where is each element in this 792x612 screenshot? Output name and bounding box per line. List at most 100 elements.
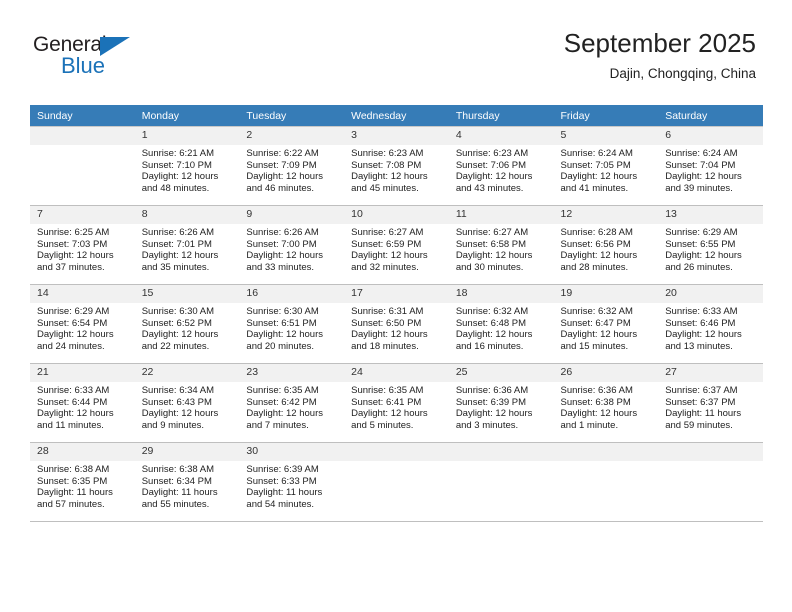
calendar-week-row: 28 Sunrise: 6:38 AM Sunset: 6:35 PM Dayligh… xyxy=(30,442,763,522)
daylight-duration-line2: and 5 minutes. xyxy=(351,419,414,431)
day-details: Sunrise: 6:21 AM Sunset: 7:10 PM Daylight:… xyxy=(135,145,240,194)
calendar-day-cell[interactable]: 25 Sunrise: 6:36 AM Sunset: 6:39 PM Dayligh… xyxy=(448,363,554,443)
day-cell-inner: 24 Sunrise: 6:35 AM Sunset: 6:41 PM Dayligh… xyxy=(344,364,449,442)
calendar-day-cell[interactable]: 20 Sunrise: 6:33 AM Sunset: 6:46 PM Dayligh… xyxy=(658,284,763,364)
sunrise-time: Sunrise: 6:35 AM xyxy=(351,385,424,396)
daylight-duration-line2: and 41 minutes. xyxy=(560,182,629,194)
calendar-day-cell[interactable]: 27 Sunrise: 6:37 AM Sunset: 6:37 PM Dayligh… xyxy=(658,363,763,443)
day-number: 1 xyxy=(134,127,240,145)
day-details: Sunrise: 6:39 AM Sunset: 6:33 PM Daylight:… xyxy=(239,461,344,510)
day-number: 25 xyxy=(448,364,554,382)
calendar-day-cell[interactable]: 12 Sunrise: 6:28 AM Sunset: 6:56 PM Dayligh… xyxy=(553,205,659,285)
daylight-duration-line2: and 11 minutes. xyxy=(37,419,104,431)
calendar-day-cell[interactable]: 30 Sunrise: 6:39 AM Sunset: 6:33 PM Dayligh… xyxy=(239,442,345,522)
sunrise-time: Sunrise: 6:38 AM xyxy=(141,464,215,475)
sunrise-time: Sunrise: 6:27 AM xyxy=(351,227,424,238)
calendar-day-cell[interactable]: 16 Sunrise: 6:30 AM Sunset: 6:51 PM Dayligh… xyxy=(239,284,345,364)
calendar-day-cell[interactable]: 18 Sunrise: 6:32 AM Sunset: 6:48 PM Dayligh… xyxy=(448,284,554,364)
daylight-duration-line1: Daylight: 12 hours xyxy=(37,408,114,420)
day-number: 8 xyxy=(134,206,240,224)
calendar-day-cell[interactable]: 9 Sunrise: 6:26 AM Sunset: 7:00 PM Daylight… xyxy=(239,205,345,285)
calendar-day-cell[interactable]: 4 Sunrise: 6:23 AM Sunset: 7:06 PM Daylight… xyxy=(448,126,554,206)
day-cell-inner: 23 Sunrise: 6:35 AM Sunset: 6:42 PM Dayligh… xyxy=(239,364,345,442)
calendar-body: 1 Sunrise: 6:21 AM Sunset: 7:10 PM Daylight… xyxy=(30,126,763,522)
sunset-time: Sunset: 6:52 PM xyxy=(141,317,212,329)
daylight-duration-line2: and 48 minutes. xyxy=(141,182,210,194)
calendar-day-cell[interactable]: 8 Sunrise: 6:26 AM Sunset: 7:01 PM Daylight… xyxy=(134,205,240,285)
calendar-day-cell[interactable]: 7 Sunrise: 6:25 AM Sunset: 7:03 PM Daylight… xyxy=(30,205,135,285)
sunset-time: Sunset: 6:59 PM xyxy=(351,238,422,250)
day-details: Sunrise: 6:23 AM Sunset: 7:08 PM Daylight:… xyxy=(344,145,449,194)
daylight-duration-line1: Daylight: 12 hours xyxy=(37,250,114,262)
calendar-day-cell[interactable]: 13 Sunrise: 6:29 AM Sunset: 6:55 PM Dayligh… xyxy=(658,205,763,285)
day-cell-inner: 8 Sunrise: 6:26 AM Sunset: 7:01 PM Daylight… xyxy=(134,206,240,284)
calendar-day-cell[interactable]: 14 Sunrise: 6:29 AM Sunset: 6:54 PM Dayligh… xyxy=(30,284,135,364)
day-number-placeholder xyxy=(553,443,659,461)
day-details: Sunrise: 6:24 AM Sunset: 7:05 PM Daylight:… xyxy=(554,145,659,194)
calendar-day-cell[interactable]: 22 Sunrise: 6:34 AM Sunset: 6:43 PM Dayligh… xyxy=(134,363,240,443)
calendar-day-cell[interactable]: 6 Sunrise: 6:24 AM Sunset: 7:04 PM Daylight… xyxy=(658,126,763,206)
day-cell-inner: 11 Sunrise: 6:27 AM Sunset: 6:58 PM Dayligh… xyxy=(448,206,554,284)
day-details: Sunrise: 6:26 AM Sunset: 7:01 PM Daylight:… xyxy=(135,224,240,273)
daylight-duration-line2: and 7 minutes. xyxy=(246,419,309,431)
day-details: Sunrise: 6:29 AM Sunset: 6:54 PM Daylight:… xyxy=(30,303,135,352)
calendar-day-cell[interactable]: 26 Sunrise: 6:36 AM Sunset: 6:38 PM Dayligh… xyxy=(553,363,659,443)
calendar-day-cell[interactable]: 24 Sunrise: 6:35 AM Sunset: 6:41 PM Dayligh… xyxy=(344,363,449,443)
weekday-header-friday: Friday xyxy=(553,105,659,127)
day-number: 23 xyxy=(239,364,345,382)
daylight-duration-line2: and 39 minutes. xyxy=(665,182,733,194)
calendar-cell-empty xyxy=(658,442,763,522)
calendar-day-cell[interactable]: 21 Sunrise: 6:33 AM Sunset: 6:44 PM Dayligh… xyxy=(30,363,135,443)
sunrise-time: Sunrise: 6:33 AM xyxy=(37,385,110,396)
daylight-duration-line1: Daylight: 12 hours xyxy=(351,250,428,262)
day-number: 15 xyxy=(134,285,240,303)
sunset-time: Sunset: 7:06 PM xyxy=(455,159,527,171)
daylight-duration-line1: Daylight: 12 hours xyxy=(37,329,114,341)
sunset-time: Sunset: 7:09 PM xyxy=(246,159,317,171)
day-details: Sunrise: 6:28 AM Sunset: 6:56 PM Daylight:… xyxy=(554,224,659,273)
daylight-duration-line2: and 46 minutes. xyxy=(246,182,315,194)
day-cell-inner: 18 Sunrise: 6:32 AM Sunset: 6:48 PM Dayligh… xyxy=(448,285,554,363)
day-number: 16 xyxy=(239,285,345,303)
day-number: 20 xyxy=(658,285,763,303)
calendar-day-cell[interactable]: 5 Sunrise: 6:24 AM Sunset: 7:05 PM Daylight… xyxy=(553,126,659,206)
daylight-duration-line2: and 33 minutes. xyxy=(246,261,315,273)
calendar-day-cell[interactable]: 15 Sunrise: 6:30 AM Sunset: 6:52 PM Dayligh… xyxy=(134,284,240,364)
calendar-cell-empty xyxy=(30,126,135,206)
sunset-time: Sunset: 7:04 PM xyxy=(665,159,736,171)
day-number: 24 xyxy=(344,364,449,382)
daylight-duration-line1: Daylight: 12 hours xyxy=(351,329,428,341)
calendar-day-cell[interactable]: 17 Sunrise: 6:31 AM Sunset: 6:50 PM Dayligh… xyxy=(344,284,449,364)
weekday-header-thursday: Thursday xyxy=(448,105,554,127)
calendar-day-cell[interactable]: 19 Sunrise: 6:32 AM Sunset: 6:47 PM Dayligh… xyxy=(553,284,659,364)
calendar-day-cell[interactable]: 1 Sunrise: 6:21 AM Sunset: 7:10 PM Daylight… xyxy=(134,126,240,206)
calendar-day-cell[interactable]: 10 Sunrise: 6:27 AM Sunset: 6:59 PM Dayligh… xyxy=(344,205,449,285)
day-cell-inner: 4 Sunrise: 6:23 AM Sunset: 7:06 PM Daylight… xyxy=(448,127,554,205)
calendar-day-cell[interactable]: 23 Sunrise: 6:35 AM Sunset: 6:42 PM Dayligh… xyxy=(239,363,345,443)
daylight-duration-line1: Daylight: 12 hours xyxy=(665,329,742,341)
day-number: 17 xyxy=(344,285,449,303)
calendar-page: General Blue September 2025 Dajin, Chong… xyxy=(0,0,792,612)
day-cell-inner xyxy=(344,443,449,521)
daylight-duration-line1: Daylight: 12 hours xyxy=(141,408,219,420)
daylight-duration-line1: Daylight: 12 hours xyxy=(246,250,323,262)
daylight-duration-line1: Daylight: 12 hours xyxy=(560,408,638,420)
day-cell-inner: 27 Sunrise: 6:37 AM Sunset: 6:37 PM Dayligh… xyxy=(658,364,763,442)
daylight-duration-line1: Daylight: 12 hours xyxy=(560,250,638,262)
daylight-duration-line2: and 26 minutes. xyxy=(665,261,733,273)
calendar-day-cell[interactable]: 3 Sunrise: 6:23 AM Sunset: 7:08 PM Daylight… xyxy=(344,126,449,206)
calendar-week-row: 21 Sunrise: 6:33 AM Sunset: 6:44 PM Dayligh… xyxy=(30,363,763,443)
calendar-day-cell[interactable]: 2 Sunrise: 6:22 AM Sunset: 7:09 PM Daylight… xyxy=(239,126,345,206)
calendar-day-cell[interactable]: 11 Sunrise: 6:27 AM Sunset: 6:58 PM Dayligh… xyxy=(448,205,554,285)
logo-text-blue: Blue xyxy=(61,53,106,78)
day-cell-inner xyxy=(30,127,135,205)
day-details: Sunrise: 6:31 AM Sunset: 6:50 PM Daylight:… xyxy=(344,303,449,352)
sunrise-time: Sunrise: 6:38 AM xyxy=(37,464,110,475)
sunrise-time: Sunrise: 6:24 AM xyxy=(665,148,738,159)
day-number: 18 xyxy=(448,285,554,303)
calendar-day-cell[interactable]: 28 Sunrise: 6:38 AM Sunset: 6:35 PM Dayligh… xyxy=(30,442,135,522)
sunrise-time: Sunrise: 6:37 AM xyxy=(665,385,738,396)
calendar-day-cell[interactable]: 29 Sunrise: 6:38 AM Sunset: 6:34 PM Dayligh… xyxy=(134,442,240,522)
general-blue-logo[interactable]: General Blue xyxy=(33,33,153,81)
day-number-placeholder xyxy=(344,443,449,461)
